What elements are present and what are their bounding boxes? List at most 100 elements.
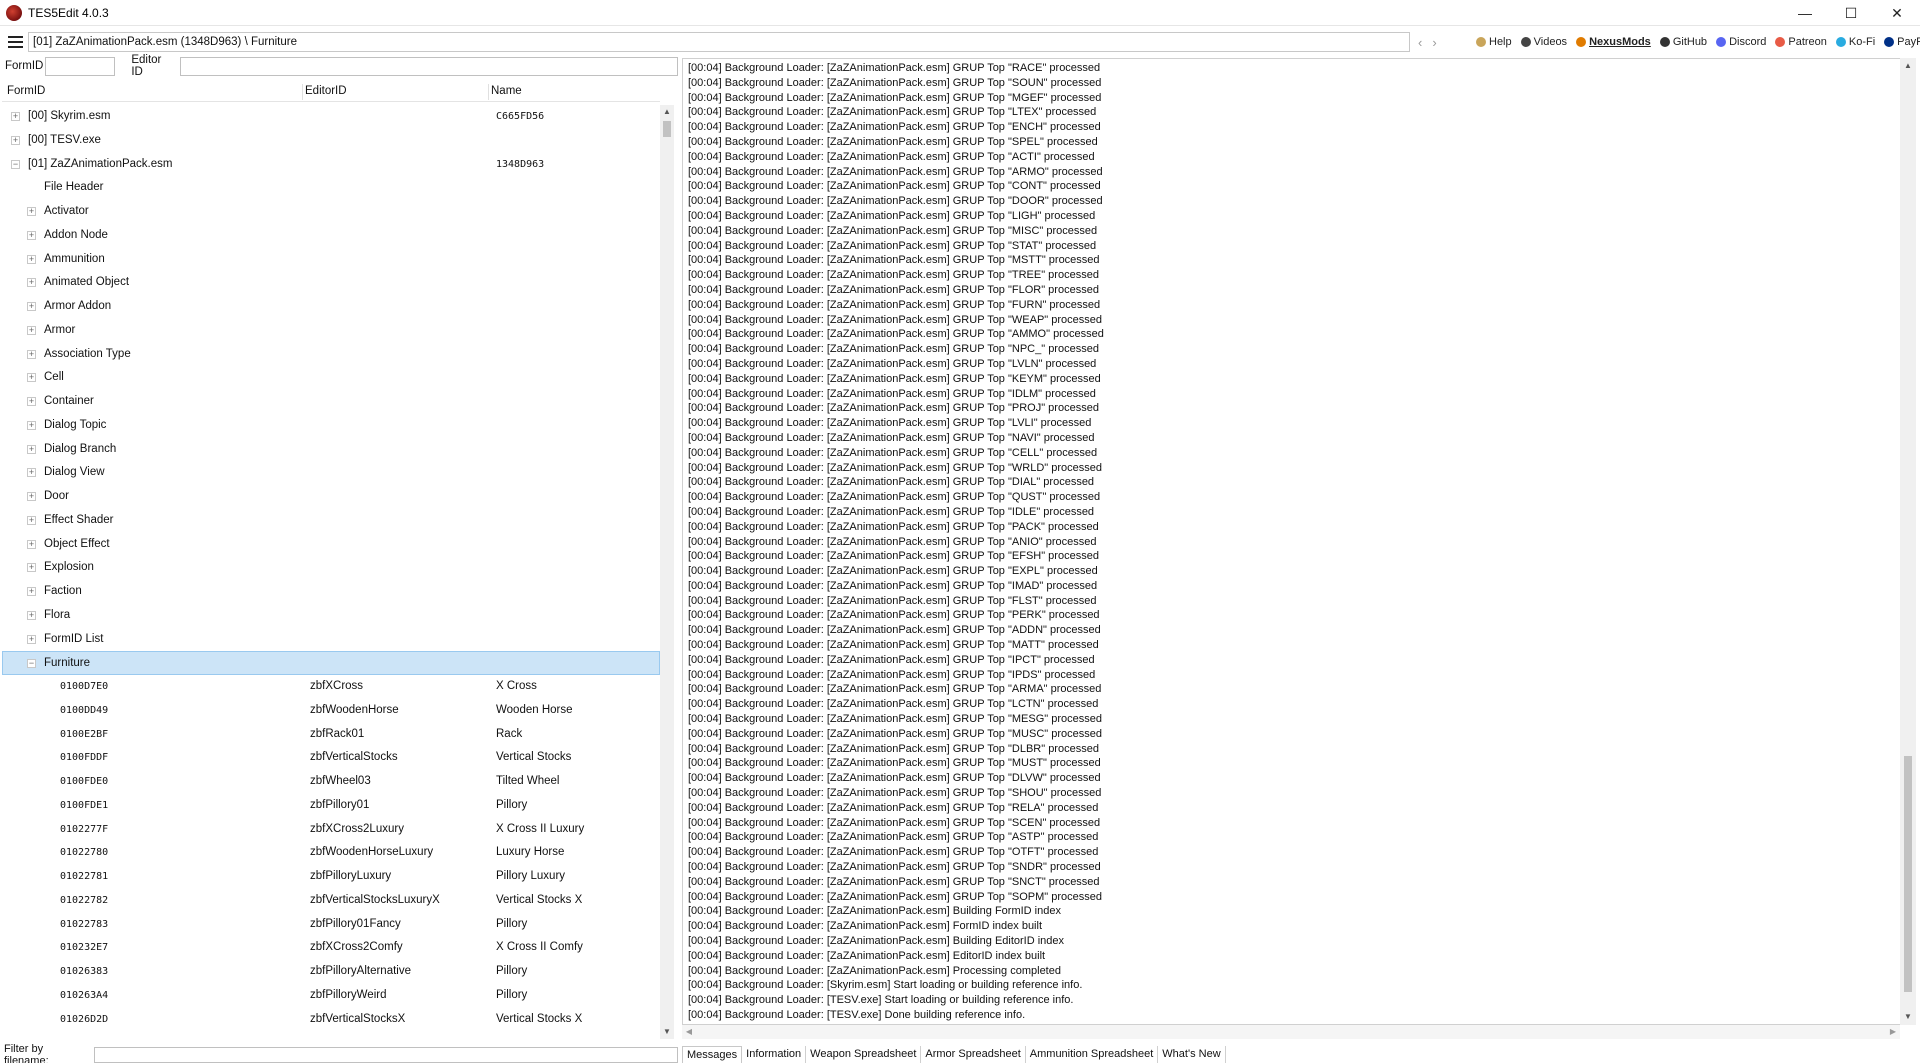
- expand-icon[interactable]: +: [27, 349, 36, 359]
- scroll-thumb[interactable]: [663, 121, 671, 137]
- record-tree[interactable]: + [00] Skyrim.esm C665FD56 + [00] TESV.exe −[…: [2, 105, 660, 1039]
- column-editorid[interactable]: EditorID: [305, 85, 347, 97]
- tree-group-row[interactable]: + Effect Shader: [2, 509, 660, 533]
- record-row[interactable]: 0100D7E0 zbfXCross X Cross: [2, 675, 660, 699]
- tree-group-row[interactable]: + Addon Node: [2, 224, 660, 248]
- record-row[interactable]: 01022781 zbfPilloryLuxury Pillory Luxury: [2, 865, 660, 889]
- scroll-right-icon[interactable]: ▶: [1886, 1025, 1900, 1039]
- link-videos[interactable]: Videos: [1520, 36, 1567, 48]
- link-kofi[interactable]: Ko-Fi: [1835, 36, 1875, 48]
- expand-icon[interactable]: +: [27, 587, 36, 596]
- link-discord[interactable]: Discord: [1716, 36, 1766, 48]
- messages-hscrollbar[interactable]: ◀ ▶: [682, 1025, 1900, 1039]
- tab-ammunition-spreadsheet[interactable]: Ammunition Spreadsheet: [1026, 1046, 1159, 1063]
- tree-scrollbar[interactable]: ▲ ▼: [660, 105, 674, 1039]
- messages-pane[interactable]: [00:04] Background Loader: [ZaZAnimation…: [682, 58, 1902, 1025]
- tree-group-row[interactable]: + Flora: [2, 604, 660, 628]
- expand-icon[interactable]: +: [27, 634, 36, 644]
- minimize-button[interactable]: —: [1782, 0, 1828, 26]
- expand-icon[interactable]: +: [27, 325, 36, 335]
- tree-file-header-row[interactable]: File Header: [2, 176, 660, 200]
- expand-icon[interactable]: +: [27, 397, 36, 406]
- tree-group-row[interactable]: + Animated Object: [2, 271, 660, 295]
- link-help[interactable]: Help: [1476, 36, 1512, 48]
- maximize-button[interactable]: ☐: [1828, 0, 1874, 26]
- record-row[interactable]: 010232E7 zbfXCross2Comfy X Cross II Comfy: [2, 936, 660, 960]
- record-row[interactable]: 01022782 zbfVerticalStocksLuxuryX Vertical…: [2, 889, 660, 913]
- expand-icon[interactable]: +: [27, 302, 36, 311]
- tree-group-row[interactable]: + Faction: [2, 580, 660, 604]
- column-name[interactable]: Name: [491, 85, 522, 97]
- expand-icon[interactable]: +: [27, 230, 36, 240]
- close-button[interactable]: ✕: [1874, 0, 1920, 26]
- expand-icon[interactable]: +: [27, 515, 36, 525]
- forward-arrow-icon[interactable]: ›: [1432, 35, 1436, 50]
- tree-file-row[interactable]: + [00] TESV.exe: [2, 129, 660, 153]
- expand-icon[interactable]: +: [11, 112, 20, 121]
- tree-group-row[interactable]: + Dialog View: [2, 461, 660, 485]
- record-row[interactable]: 0100FDE1 zbfPillory01 Pillory: [2, 794, 660, 818]
- tab-armor-spreadsheet[interactable]: Armor Spreadsheet: [921, 1046, 1026, 1063]
- tree-group-row[interactable]: + Armor Addon: [2, 295, 660, 319]
- column-formid[interactable]: FormID: [7, 85, 45, 97]
- tree-group-row[interactable]: + Activator: [2, 200, 660, 224]
- link-paypal[interactable]: PayPal: [1884, 36, 1920, 48]
- tab-weapon-spreadsheet[interactable]: Weapon Spreadsheet: [806, 1046, 922, 1063]
- tab-messages[interactable]: Messages: [682, 1046, 743, 1063]
- tree-group-row[interactable]: + Armor: [2, 319, 660, 343]
- tree-group-row[interactable]: + Association Type: [2, 343, 660, 367]
- tab-information[interactable]: Information: [742, 1046, 807, 1063]
- expand-icon[interactable]: +: [27, 492, 36, 501]
- editorid-filter-input[interactable]: [179, 56, 678, 76]
- tree-group-row[interactable]: + Cell: [2, 366, 660, 390]
- expand-icon[interactable]: +: [27, 468, 36, 478]
- collapse-icon[interactable]: −: [11, 159, 20, 169]
- record-row[interactable]: 0100DD49 zbfWoodenHorse Wooden Horse: [2, 699, 660, 723]
- back-arrow-icon[interactable]: ‹: [1418, 35, 1422, 50]
- tree-group-row[interactable]: + Dialog Branch: [2, 438, 660, 462]
- expand-icon[interactable]: +: [27, 610, 36, 620]
- tree-file-row[interactable]: − [01] ZaZAnimationPack.esm 1348D963: [2, 153, 660, 177]
- expand-icon[interactable]: +: [11, 135, 20, 145]
- expand-icon[interactable]: +: [27, 444, 36, 454]
- tree-group-row[interactable]: + Door: [2, 485, 660, 509]
- messages-scrollbar[interactable]: ▲ ▼: [1900, 58, 1916, 1025]
- path-breadcrumb[interactable]: [01] ZaZAnimationPack.esm (1348D963) \ F…: [28, 32, 1410, 52]
- record-row[interactable]: 0100FDDF zbfVerticalStocks Vertical Stocks: [2, 746, 660, 770]
- record-row[interactable]: 01026383 zbfPilloryAlternative Pillory: [2, 960, 660, 984]
- record-row[interactable]: 01022780 zbfWoodenHorseLuxury Luxury Horse: [2, 841, 660, 865]
- record-row[interactable]: 0100FDE0 zbfWheel03 Tilted Wheel: [2, 770, 660, 794]
- scroll-left-icon[interactable]: ◀: [682, 1025, 696, 1039]
- tree-group-row[interactable]: + Container: [2, 390, 660, 414]
- menu-icon[interactable]: [0, 30, 30, 54]
- tree-file-row[interactable]: + [00] Skyrim.esm C665FD56: [2, 105, 660, 129]
- expand-icon[interactable]: +: [27, 254, 36, 264]
- tree-group-row[interactable]: + Ammunition: [2, 248, 660, 272]
- tree-group-row-selected[interactable]: − Furniture: [2, 651, 660, 675]
- tab-what-s-new[interactable]: What's New: [1158, 1046, 1226, 1063]
- expand-icon[interactable]: +: [27, 373, 36, 383]
- expand-icon[interactable]: +: [27, 207, 36, 216]
- scroll-up-icon[interactable]: ▲: [660, 105, 674, 119]
- tree-group-row[interactable]: + FormID List: [2, 628, 660, 652]
- scroll-down-icon[interactable]: ▼: [660, 1025, 674, 1039]
- link-github[interactable]: GitHub: [1659, 36, 1707, 48]
- expand-icon[interactable]: +: [27, 278, 36, 288]
- tree-group-row[interactable]: + Dialog Topic: [2, 414, 660, 438]
- scroll-thumb[interactable]: [1904, 756, 1912, 992]
- scroll-down-icon[interactable]: ▼: [1900, 1009, 1916, 1025]
- record-row[interactable]: 01026D2D zbfVerticalStocksX Vertical Stock…: [2, 1008, 660, 1032]
- record-row[interactable]: 0100E2BF zbfRack01 Rack: [2, 723, 660, 747]
- link-nexusmods[interactable]: NexusMods: [1576, 36, 1651, 48]
- tree-group-row[interactable]: + Explosion: [2, 556, 660, 580]
- expand-icon[interactable]: +: [27, 420, 36, 430]
- record-row[interactable]: 010263A4 zbfPilloryWeird Pillory: [2, 984, 660, 1008]
- collapse-icon[interactable]: −: [27, 659, 36, 669]
- expand-icon[interactable]: +: [27, 539, 36, 549]
- link-patreon[interactable]: Patreon: [1775, 36, 1827, 48]
- record-row[interactable]: 01022783 zbfPillory01Fancy Pillory: [2, 913, 660, 937]
- scroll-up-icon[interactable]: ▲: [1900, 58, 1916, 74]
- expand-icon[interactable]: +: [27, 563, 36, 573]
- tree-group-row[interactable]: + Object Effect: [2, 533, 660, 557]
- filename-filter-input[interactable]: [93, 1046, 678, 1063]
